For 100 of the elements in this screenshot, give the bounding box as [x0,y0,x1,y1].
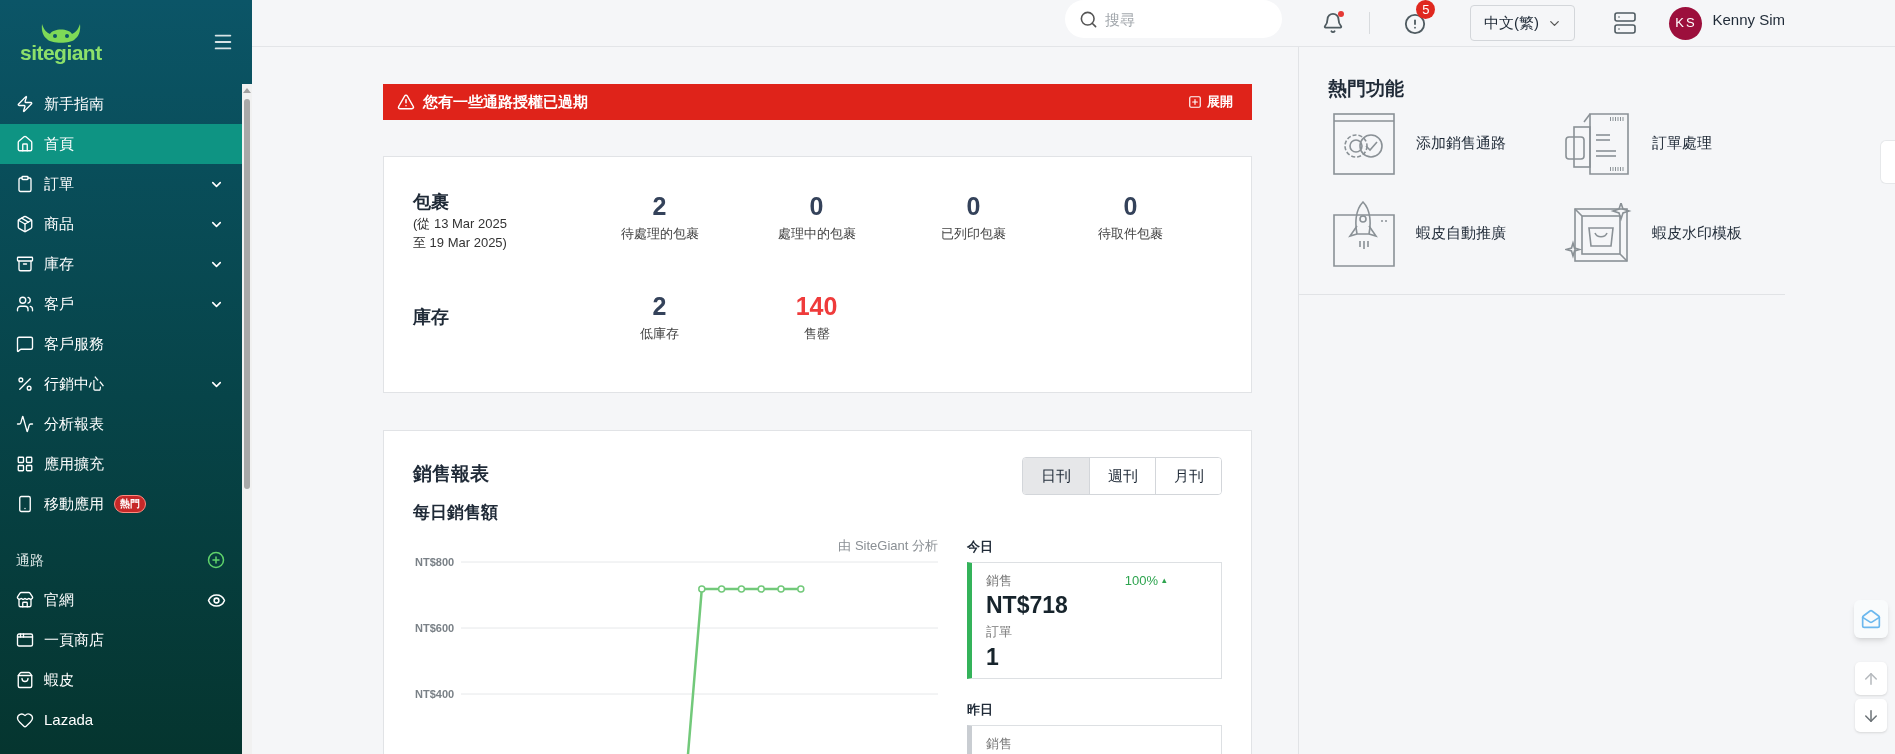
stat-value: 2 [652,291,667,322]
rocket-window-icon [1333,200,1395,267]
avatar[interactable]: KS [1669,6,1703,40]
lightning-icon [16,95,34,113]
phone-icon [16,495,34,513]
nav-label: 商品 [44,213,74,234]
feature-item[interactable]: 添加銷售通路 [1328,111,1564,176]
channel-item[interactable]: 官網 [0,580,242,620]
nav-item[interactable]: 客戶服務 [0,324,242,364]
trend-arrow: ▴ [1162,573,1167,587]
channel-item[interactable]: 一頁商店 [0,620,242,660]
expand-link[interactable]: 展開 [1188,92,1233,112]
metric-label: 銷售 [986,734,1012,753]
nav-item[interactable]: 商品 [0,204,242,244]
nav-label: 新手指南 [44,93,104,114]
plus-square-icon [1188,95,1202,109]
chart-credit: 由 SiteGiant 分析 [838,537,938,554]
chat-icon [16,335,34,353]
heart-icon [16,711,34,729]
nav-label: 客戶服務 [44,333,104,354]
nav-label: 分析報表 [44,413,104,434]
data-point [717,584,726,593]
feature-label: 添加銷售通路 [1416,133,1506,154]
home-icon [16,135,34,153]
feature-item[interactable]: 蝦皮自動推廣 [1328,201,1564,266]
order-count: 1 [986,642,1000,672]
stat-group-title: 包裹 [413,191,450,214]
nav-item[interactable]: 客戶 [0,284,242,324]
hot-badge: 熱門 [114,495,146,513]
nav-item[interactable]: 新手指南 [0,84,242,124]
percent-icon [16,375,34,393]
channel-label: 官網 [44,589,74,610]
card-title: 銷售報表 [413,461,489,486]
nav-item[interactable]: 應用擴充 [0,444,242,484]
window-icon [16,631,34,649]
nav-label: 訂單 [44,173,74,194]
server-icon[interactable] [1613,11,1638,35]
channel-label: 一頁商店 [44,629,104,650]
box-icon [16,215,34,233]
summary-period: 今日 [967,537,994,556]
date-range: 至 19 Mar 2025) [413,234,508,252]
feature-label: 蝦皮自動推廣 [1416,223,1506,244]
scroll-down-button[interactable] [1855,699,1887,732]
stat-value: 0 [1123,191,1138,222]
stat-value: 2 [652,191,667,222]
stat-value: 0 [809,191,824,222]
axis-tick-label: NT$800 [415,557,455,568]
nav-item[interactable]: 移動應用 熱門 [0,484,242,524]
settings-window-icon [1333,112,1395,175]
axis-tick-label: NT$600 [415,621,455,634]
logo: sitegiant [20,21,102,63]
metric-label: 訂單 [986,623,1013,641]
feature-item[interactable]: 訂單處理 [1564,111,1800,176]
nav-label: 行銷中心 [44,373,104,394]
channel-label: 蝦皮 [44,669,74,690]
search-field[interactable]: 搜尋 [1065,0,1283,38]
alert-message: 您有一些通路授權已過期 [423,91,588,112]
nav-item[interactable]: 庫存 [0,244,242,284]
section-title: 通路 [16,550,44,570]
add-icon[interactable] [207,551,225,569]
data-point [757,584,765,593]
axis-tick-label: NT$400 [415,687,455,700]
stat-label: 低庫存 [640,325,679,343]
user-name[interactable]: Kenny Sim [1712,8,1785,32]
data-point [737,584,746,593]
warning-icon [397,93,415,111]
nav-label: 應用擴充 [44,453,104,474]
archive-icon [16,255,34,273]
nav-label: 首頁 [44,133,74,154]
stat-label: 售罄 [803,325,830,343]
stat-label: 處理中的包裹 [777,225,856,243]
data-point [698,584,706,593]
nav-label: 庫存 [44,253,74,274]
data-point [797,584,805,593]
language-dropdown[interactable]: 中文(繁) [1470,5,1576,41]
nav-item[interactable]: 首頁 [0,124,242,164]
bag-icon [16,671,34,689]
nav-item[interactable]: 分析報表 [0,404,242,444]
alert-icon [1404,13,1427,35]
nav-label: 移動應用 [44,493,104,514]
period-tab[interactable]: 日刊 [1023,458,1089,494]
chart-title: 每日銷售額 [413,502,499,524]
channel-item[interactable]: Lazada [0,700,242,740]
period-tab[interactable]: 月刊 [1155,458,1221,494]
nav-item[interactable]: 訂單 [0,164,242,204]
stat-value: 0 [966,191,981,222]
bell-icon [1322,12,1345,34]
count-badge: 5 [1416,0,1436,19]
stat-label: 已列印包裹 [941,225,1006,243]
mail-icon [1861,609,1881,629]
feature-label: 蝦皮水印模板 [1652,223,1742,244]
nav-item[interactable]: 行銷中心 [0,364,242,404]
alerts-button[interactable]: 5 [1404,0,1439,38]
summary-period: 昨日 [967,700,994,719]
section-title: 熱門功能 [1328,77,1405,101]
feature-item[interactable]: 蝦皮水印模板 [1564,201,1800,266]
date-range: (從 13 Mar 2025 [413,215,508,233]
metric-label: 銷售 [986,571,1012,590]
channel-label: Lazada [44,709,94,730]
channel-item[interactable]: 蝦皮 [0,660,242,700]
